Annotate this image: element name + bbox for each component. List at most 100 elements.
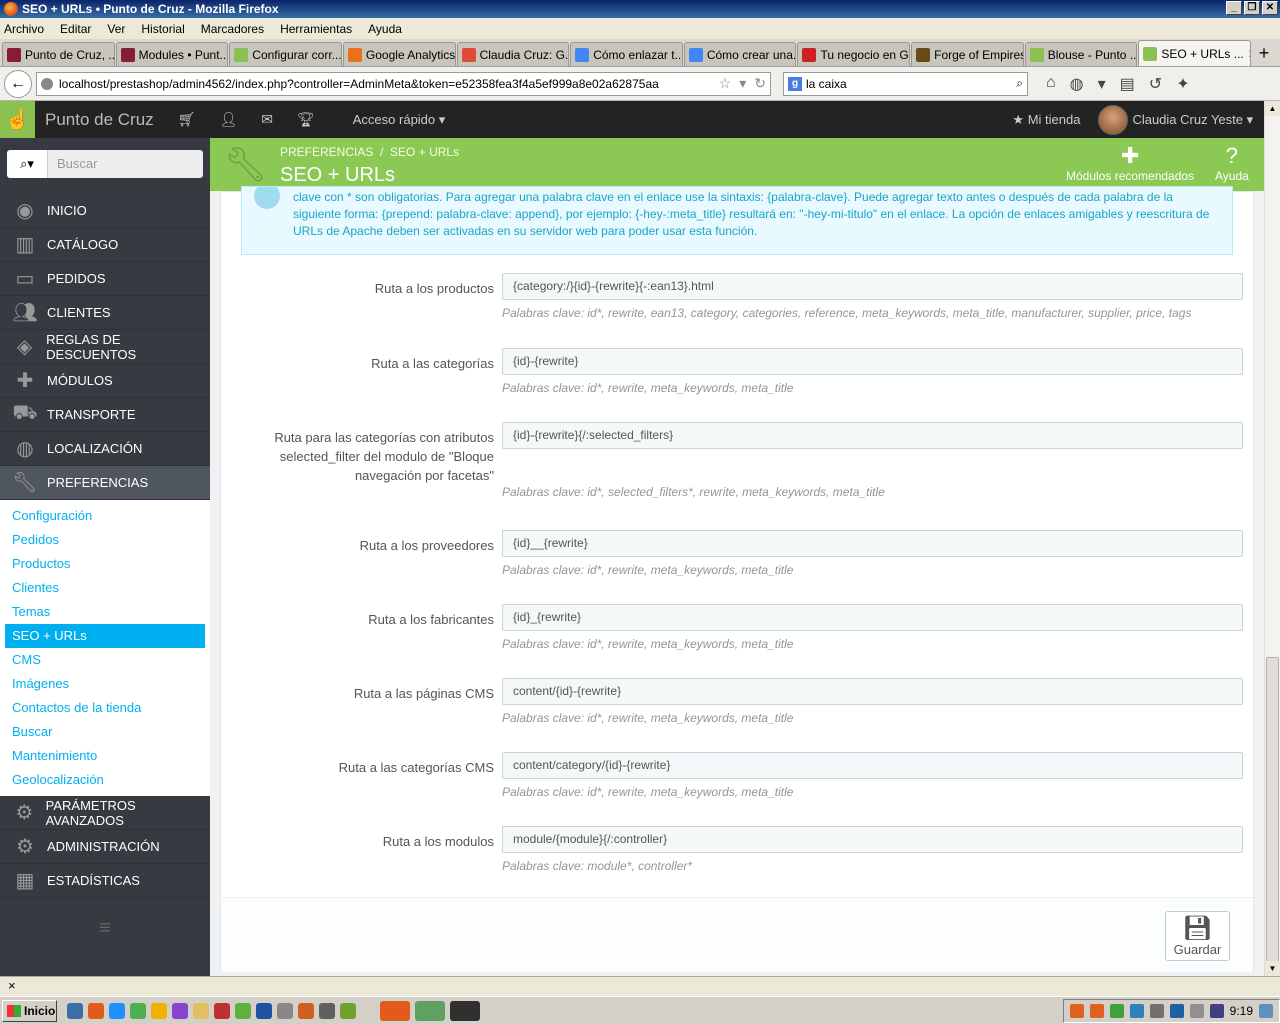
prestashop-logo[interactable]: ☝: [0, 101, 35, 138]
app-icon[interactable]: [277, 1002, 293, 1019]
submenu-item[interactable]: SEO + URLs: [5, 624, 205, 648]
sidebar-item[interactable]: 🔧︎ PREFERENCIAS: [0, 466, 210, 500]
reload-icon[interactable]: ↻: [754, 75, 766, 92]
sidebar-item[interactable]: ◈ REGLAS DE DESCUENTOS: [0, 330, 210, 364]
collapse-menu-icon[interactable]: ≡: [0, 898, 210, 958]
submenu-item[interactable]: Pedidos: [5, 528, 205, 552]
my-shop-link[interactable]: Mi tienda: [1028, 112, 1081, 127]
magnifier-icon[interactable]: ⌕: [1016, 76, 1023, 91]
submenu-item[interactable]: CMS: [5, 648, 205, 672]
site-identity-icon[interactable]: [41, 77, 53, 90]
sidebar-item[interactable]: 👥︎ CLIENTES: [0, 296, 210, 330]
extension-icon[interactable]: ✦: [1176, 74, 1189, 94]
dropdown-arrow-icon[interactable]: ▾: [739, 75, 746, 92]
admin-search-input[interactable]: Buscar: [48, 150, 203, 178]
search-type-dropdown[interactable]: ⌕ ▾: [7, 150, 48, 178]
home-icon[interactable]: ⌂: [1046, 74, 1056, 94]
app-icon[interactable]: [172, 1002, 188, 1019]
tray-icon[interactable]: [1149, 1003, 1164, 1018]
scroll-up-arrow[interactable]: ▲: [1265, 101, 1280, 116]
trophy-icon[interactable]: 🏆︎: [297, 111, 315, 128]
submenu-item[interactable]: Configuración: [5, 504, 205, 528]
url-bar[interactable]: localhost/prestashop/admin4562/index.php…: [36, 71, 771, 96]
sidebar-item[interactable]: ◍ LOCALIZACIÓN: [0, 432, 210, 466]
sidebar-item[interactable]: ⚙ ADMINISTRACIÓN: [0, 830, 210, 864]
quick-access-dropdown[interactable]: Acceso rápido ▾: [353, 112, 446, 128]
sidebar-item[interactable]: ◉ INICIO: [0, 194, 210, 228]
route-input[interactable]: {id}__{rewrite}: [502, 530, 1243, 557]
chevron-down-icon[interactable]: ▾: [1243, 112, 1264, 128]
breadcrumb-parent[interactable]: PREFERENCIAS: [280, 145, 373, 159]
url-text[interactable]: localhost/prestashop/admin4562/index.php…: [59, 77, 711, 91]
clock[interactable]: 9:19: [1230, 1004, 1253, 1018]
cart-icon[interactable]: 🛒︎: [178, 111, 196, 128]
back-button[interactable]: ←: [4, 69, 32, 98]
browser-tab[interactable]: Punto de Cruz, ...: [2, 42, 115, 66]
sidebar-item[interactable]: ⚙ PARÁMETROS AVANZADOS: [0, 796, 210, 830]
menu-editar[interactable]: Editar: [60, 22, 91, 36]
scroll-thumb[interactable]: [1266, 657, 1279, 973]
browser-tab[interactable]: SEO + URLs ...✕: [1138, 40, 1252, 66]
ie-launch-icon[interactable]: [109, 1002, 125, 1019]
tray-icon[interactable]: [1109, 1003, 1124, 1018]
recommended-modules-button[interactable]: ✚ Módulos recomendados: [1066, 143, 1194, 183]
route-input[interactable]: content/category/{id}-{rewrite}: [502, 752, 1243, 779]
pdf-icon[interactable]: ▤: [1120, 74, 1135, 94]
filezilla-icon[interactable]: [214, 1002, 230, 1019]
new-tab-button[interactable]: +: [1252, 42, 1276, 66]
tray-icon[interactable]: [1089, 1003, 1104, 1018]
submenu-item[interactable]: Contactos de la tienda: [5, 696, 205, 720]
submenu-item[interactable]: Clientes: [5, 576, 205, 600]
sync-icon[interactable]: ↺: [1149, 74, 1162, 94]
browser-tab[interactable]: Claudia Cruz: G...: [456, 42, 570, 66]
shop-name[interactable]: Punto de Cruz: [45, 110, 154, 130]
scroll-down-arrow[interactable]: ▼: [1265, 961, 1280, 976]
google-engine-icon[interactable]: g: [788, 76, 802, 91]
downloads-icon[interactable]: ▾: [1098, 74, 1106, 94]
submenu-item[interactable]: Productos: [5, 552, 205, 576]
submenu-item[interactable]: Geolocalización: [5, 768, 205, 792]
browser-tab[interactable]: Cómo crear una...: [683, 42, 797, 66]
sidebar-item[interactable]: ▥ CATÁLOGO: [0, 228, 210, 262]
tray-icon[interactable]: [1259, 1003, 1273, 1018]
app-icon[interactable]: [256, 1002, 272, 1019]
menu-marcadores[interactable]: Marcadores: [201, 22, 264, 36]
submenu-item[interactable]: Temas: [5, 600, 205, 624]
app-icon[interactable]: [151, 1002, 167, 1019]
submenu-item[interactable]: Buscar: [5, 720, 205, 744]
sidebar-item[interactable]: ⛟ TRANSPORTE: [0, 398, 210, 432]
network-icon[interactable]: [1169, 1003, 1184, 1018]
save-button[interactable]: 💾︎ Guardar: [1165, 911, 1230, 961]
tray-icon[interactable]: [1069, 1003, 1084, 1018]
app-task-icon[interactable]: [450, 1000, 480, 1021]
envelope-icon[interactable]: ✉: [261, 111, 273, 128]
browser-tab[interactable]: Tu negocio en G...: [797, 42, 911, 66]
web-search-input[interactable]: la caixa: [806, 77, 1016, 91]
tray-icon[interactable]: [1209, 1003, 1224, 1018]
browser-tab[interactable]: Modules • Punt...: [115, 42, 229, 66]
route-input[interactable]: {id}_{rewrite}: [502, 604, 1243, 631]
sidebar-item[interactable]: ▦ ESTADÍSTICAS: [0, 864, 210, 898]
maximize-button[interactable]: ❐: [1244, 1, 1260, 15]
menu-historial[interactable]: Historial: [141, 22, 184, 36]
app-icon[interactable]: [319, 1002, 335, 1019]
avatar[interactable]: [1098, 104, 1129, 135]
download-task-icon[interactable]: [415, 1000, 445, 1021]
browser-tab[interactable]: Blouse - Punto ...: [1024, 42, 1138, 66]
route-input[interactable]: {id}-{rewrite}{/:selected_filters}: [502, 422, 1243, 449]
bookmark-star-icon[interactable]: ☆: [719, 75, 732, 92]
folder-icon[interactable]: [193, 1002, 209, 1019]
browser-tab[interactable]: Cómo enlazar t...: [570, 42, 683, 66]
menu-archivo[interactable]: Archivo: [4, 22, 44, 36]
app-icon[interactable]: [235, 1002, 251, 1019]
sidebar-item[interactable]: ▭ PEDIDOS: [0, 262, 210, 296]
sidebar-item[interactable]: ✚ MÓDULOS: [0, 364, 210, 398]
menu-ayuda[interactable]: Ayuda: [368, 22, 402, 36]
close-window-button[interactable]: ✕: [1262, 1, 1278, 15]
close-findbar-icon[interactable]: ×: [8, 978, 16, 993]
browser-tab[interactable]: Configurar corr...: [229, 42, 342, 66]
route-input[interactable]: {category:/}{id}-{rewrite}{-:ean13}.html: [502, 273, 1243, 300]
web-search-bar[interactable]: g la caixa ⌕: [783, 71, 1028, 96]
firefox-launch-icon[interactable]: [88, 1002, 104, 1019]
submenu-item[interactable]: Mantenimiento: [5, 744, 205, 768]
